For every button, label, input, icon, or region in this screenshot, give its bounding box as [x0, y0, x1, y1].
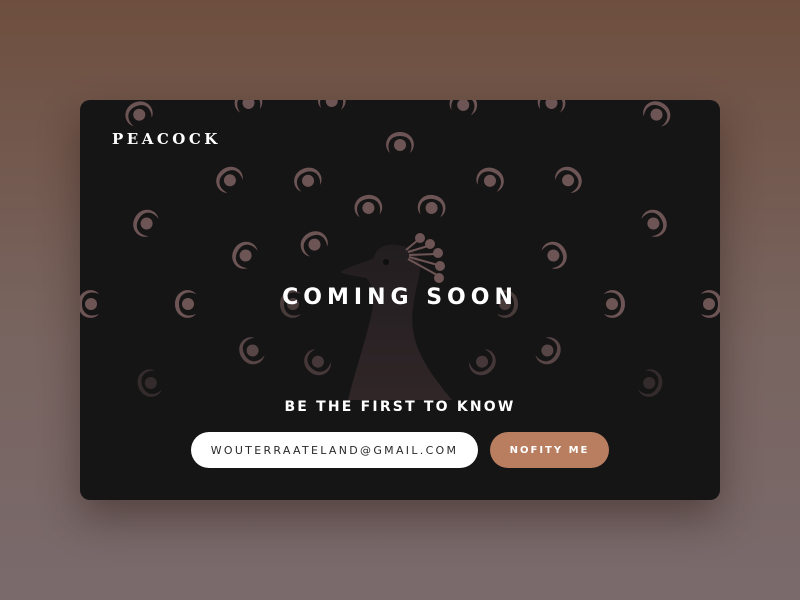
peacock-feather-eye-icon	[133, 367, 164, 401]
peacock-feather-eye-icon	[128, 205, 161, 240]
peacock-feather-eye-icon	[386, 132, 414, 153]
peacock-feather-eye-icon	[533, 334, 566, 369]
peacock-feather-eye-icon	[536, 100, 568, 114]
peacock-feather-eye-icon	[232, 100, 264, 114]
peacock-feather-eye-icon	[539, 237, 572, 272]
coming-soon-card: PEACOCK COMING SOON BE THE FIRST TO KNOW…	[80, 100, 720, 500]
peacock-feather-eye-icon	[290, 163, 324, 194]
peacock-feather-eye-icon	[352, 193, 384, 218]
coming-soon-headline: COMING SOON	[282, 285, 518, 310]
peacock-feather-eye-icon	[466, 346, 502, 381]
peacock-feather-eye-icon	[227, 237, 260, 272]
peacock-feather-eye-icon	[121, 100, 156, 128]
email-field[interactable]	[191, 432, 478, 468]
peacock-silhouette	[340, 244, 452, 400]
peacock-feather-eye-icon	[636, 367, 667, 401]
peacock-feather-eye-icon	[298, 346, 334, 381]
peacock-feather-eye-icon	[317, 100, 347, 111]
peacock-feather-eye-icon	[640, 100, 675, 129]
peacock-feather-eye-icon	[296, 226, 331, 259]
peacock-feather-eye-icon	[474, 163, 508, 194]
peacock-feather-eye-icon	[234, 334, 267, 369]
peacock-feather-eye-icon	[639, 205, 672, 240]
peacock-feather-eye-icon	[210, 161, 246, 196]
peacock-feather-eye-icon	[552, 161, 588, 196]
brand-logo: PEACOCK	[112, 130, 221, 148]
signup-tagline: BE THE FIRST TO KNOW	[284, 399, 516, 415]
notify-me-button[interactable]: NOFITY ME	[490, 432, 609, 468]
peacock-feather-eye-icon	[447, 100, 480, 117]
peacock-feather-eye-icon	[416, 193, 448, 218]
